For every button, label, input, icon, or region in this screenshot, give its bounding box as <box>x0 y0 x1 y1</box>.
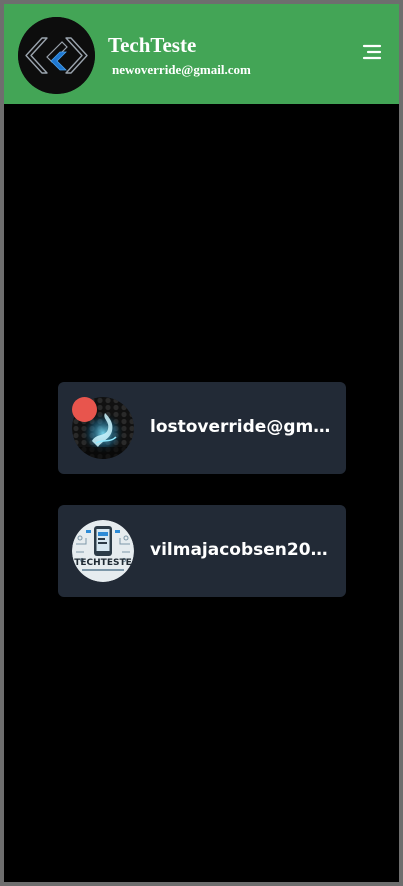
app-screen: TechTeste newoverride@gmail.com lostover… <box>4 4 399 882</box>
account-email-label: vilmajacobsen2013... <box>150 540 332 560</box>
flutter-logo-icon[interactable] <box>18 17 95 94</box>
app-header: TechTeste newoverride@gmail.com <box>4 4 399 104</box>
user-email: newoverride@gmail.com <box>112 62 251 77</box>
techteste-logo-avatar-icon: TECHTESTE <box>72 520 134 582</box>
account-card[interactable]: lostoverride@gmai... <box>58 382 346 474</box>
app-title: TechTeste <box>108 33 197 57</box>
account-card[interactable]: TECHTESTE vilmajacobsen2013... <box>58 505 346 597</box>
hamburger-menu-icon[interactable] <box>359 40 383 64</box>
logo-wordmark: TECHTESTE <box>74 558 131 568</box>
account-email-label: lostoverride@gmai... <box>150 417 332 437</box>
notification-badge <box>72 397 97 422</box>
